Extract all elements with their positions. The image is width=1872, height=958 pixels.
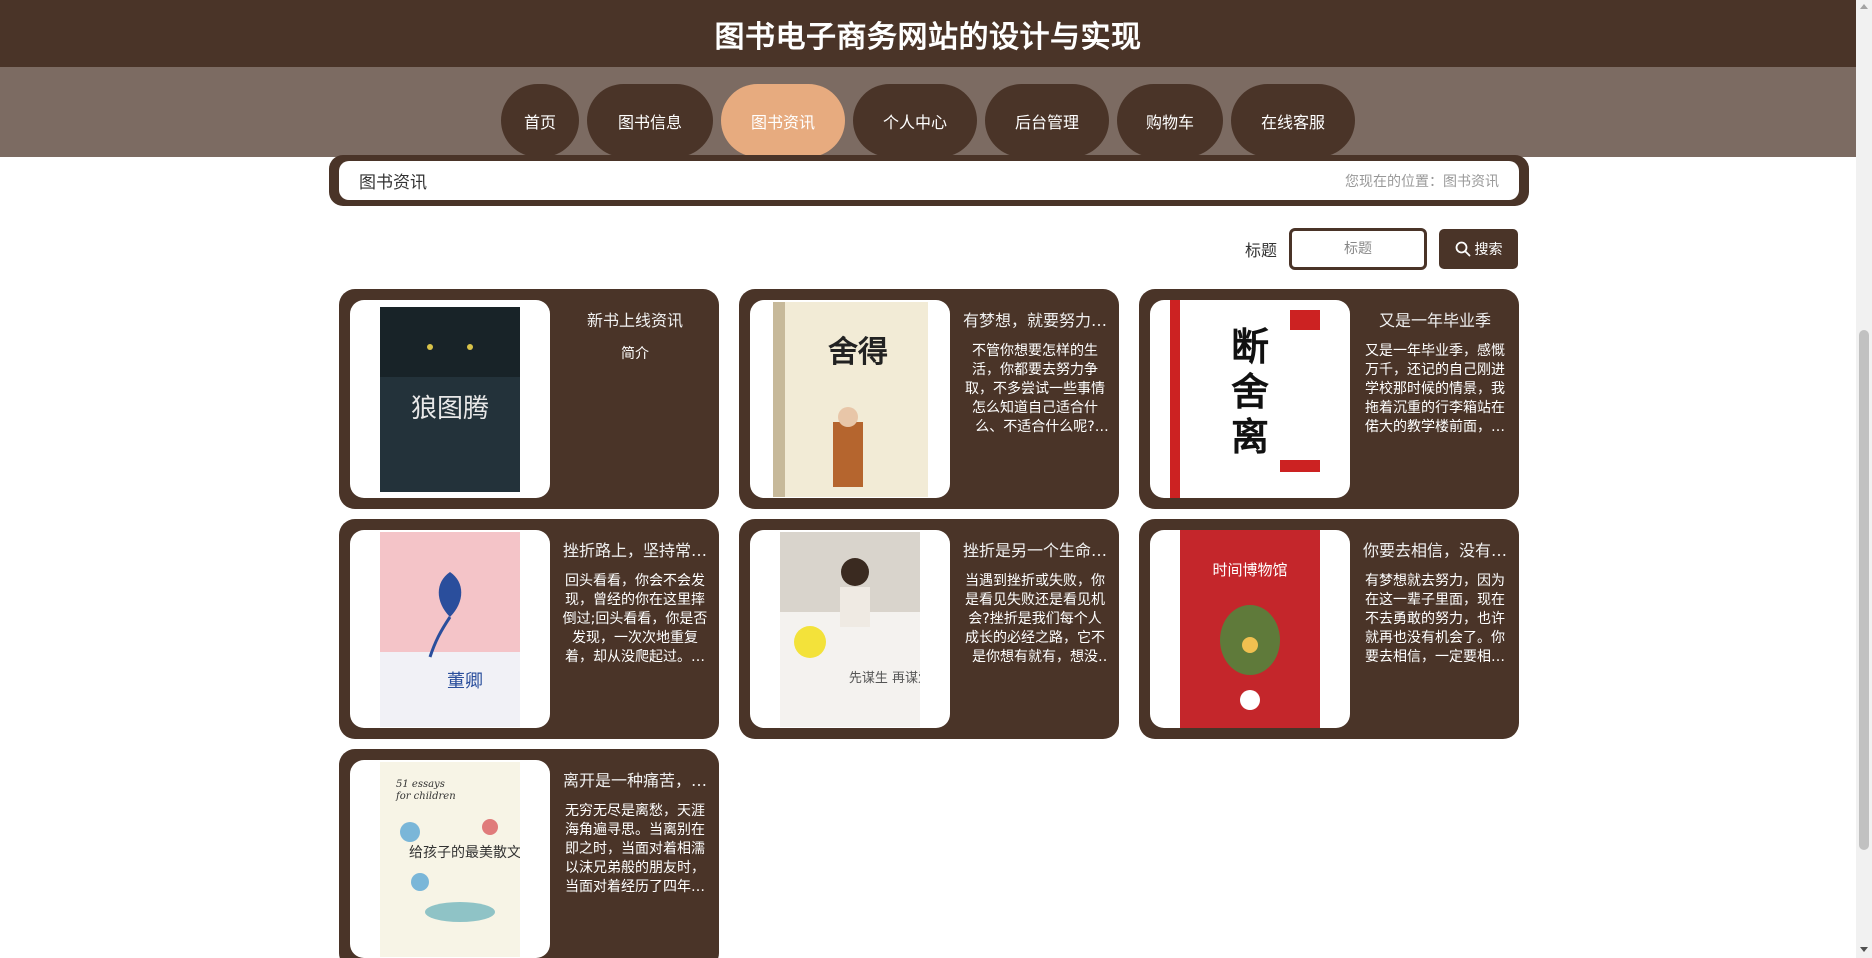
svg-text:董卿: 董卿	[447, 671, 483, 692]
news-list: 狼图腾 新书上线资讯 简介 舍得 有梦想，就要努力… 不管你想要怎样的生活，你都…	[339, 289, 1519, 958]
news-card[interactable]: 董卿 挫折路上，坚持常… 回头看看，你会不会发现，曾经的你在这里摔倒过;回头看看…	[339, 519, 719, 739]
news-card[interactable]: 时间博物馆 你要去相信，没有… 有梦想就去努力，因为在这一辈子里面，现在不去勇敢…	[1139, 519, 1519, 739]
card-description: 当遇到挫折或失败，你是看见失败还是看见机会?挫折是我们每个人成长的必经之路，它不…	[965, 573, 1105, 665]
site-title: 图书电子商务网站的设计与实现	[714, 19, 1142, 55]
svg-text:先谋生 再谋爱: 先谋生 再谋爱	[849, 671, 920, 686]
card-description: 不管你想要怎样的生活，你都要去努力争取，不多尝试一些事情怎么知道自己适合什么、不…	[965, 343, 1105, 435]
book-cover-image: 时间博物馆	[1150, 530, 1350, 728]
book-cover-image: 断 舍 离	[1150, 300, 1350, 498]
nav-item-home[interactable]: 首页	[501, 84, 579, 157]
breadcrumb-location: 您现在的位置：图书资讯	[1345, 173, 1499, 190]
card-text: 新书上线资讯 简介	[550, 300, 708, 498]
nav-list: 首页 图书信息 图书资讯 个人中心 后台管理 购物车 在线客服	[0, 84, 1856, 157]
card-description: 又是一年毕业季，感慨万千，还记的自己刚进学校那时候的情景，我拖着沉重的行李箱站在…	[1365, 343, 1505, 435]
card-title: 你要去相信，没有…	[1362, 541, 1507, 560]
svg-text:给孩子的最美散文: 给孩子的最美散文	[409, 845, 520, 861]
nav-item-personal-center[interactable]: 个人中心	[853, 84, 977, 157]
card-text: 挫折是另一个生命… 当遇到挫折或失败，你是看见失败还是看见机会?挫折是我们每个人…	[950, 530, 1108, 728]
search-bar: 标题 搜索	[1245, 228, 1518, 270]
scroll-down-arrow-icon[interactable]	[1860, 947, 1868, 952]
card-subtitle: 简介	[621, 346, 649, 362]
nav-item-book-news[interactable]: 图书资讯	[721, 84, 845, 157]
card-text: 又是一年毕业季 又是一年毕业季，感慨万千，还记的自己刚进学校那时候的情景，我拖着…	[1350, 300, 1508, 498]
news-card[interactable]: 先谋生 再谋爱 挫折是另一个生命… 当遇到挫折或失败，你是看见失败还是看见机会?…	[739, 519, 1119, 739]
card-description: 回头看看，你会不会发现，曾经的你在这里摔倒过;回头看看，你是否发现，一次次地重复…	[562, 573, 708, 665]
search-button[interactable]: 搜索	[1439, 229, 1518, 269]
search-input[interactable]	[1289, 228, 1427, 270]
card-description: 有梦想就去努力，因为在这一辈子里面，现在不去勇敢的努力，也许就再也没有机会了。你…	[1365, 573, 1505, 665]
card-title: 挫折是另一个生命…	[962, 541, 1107, 560]
search-label: 标题	[1244, 241, 1277, 260]
card-description: 无穷无尽是离愁，天涯海角遍寻思。当离别在即之时，当面对着相濡以沫兄弟般的朋友时，…	[565, 803, 705, 895]
news-card[interactable]: 断 舍 离 又是一年毕业季 又是一年毕业季，感慨万千，还记的自己刚进学校那时候的…	[1139, 289, 1519, 509]
book-cover-image: 董卿	[350, 530, 550, 728]
svg-text:时间博物馆: 时间博物馆	[1212, 561, 1287, 579]
card-title: 离开是一种痛苦，…	[562, 771, 707, 790]
svg-text:舍: 舍	[1231, 370, 1269, 414]
search-icon	[1455, 241, 1470, 257]
card-text: 挫折路上，坚持常… 回头看看，你会不会发现，曾经的你在这里摔倒过;回头看看，你是…	[550, 530, 708, 728]
book-cover-image: 51 essays for children 给孩子的最美散文	[350, 760, 550, 958]
news-card[interactable]: 舍得 有梦想，就要努力… 不管你想要怎样的生活，你都要去努力争取，不多尝试一些事…	[739, 289, 1119, 509]
main-nav: 首页 图书信息 图书资讯 个人中心 后台管理 购物车 在线客服	[0, 67, 1856, 157]
card-title: 又是一年毕业季	[1378, 311, 1491, 330]
page-scrollbar[interactable]	[1856, 0, 1872, 958]
scroll-thumb[interactable]	[1859, 330, 1869, 850]
card-title: 有梦想，就要努力…	[962, 311, 1107, 330]
page-title: 图书资讯	[359, 173, 427, 193]
svg-text:离: 离	[1231, 415, 1269, 459]
book-cover-image: 先谋生 再谋爱	[750, 530, 950, 728]
svg-text:51 essays: 51 essays	[396, 779, 445, 790]
scroll-up-arrow-icon[interactable]	[1860, 4, 1868, 9]
news-card[interactable]: 51 essays for children 给孩子的最美散文 离开是一种痛苦，…	[339, 749, 719, 958]
book-cover-image: 狼图腾	[350, 300, 550, 498]
nav-item-cart[interactable]: 购物车	[1117, 84, 1223, 157]
news-card[interactable]: 狼图腾 新书上线资讯 简介	[339, 289, 719, 509]
breadcrumb: 图书资讯 您现在的位置：图书资讯	[339, 161, 1519, 200]
svg-text:for children: for children	[395, 791, 456, 802]
svg-text:狼图腾: 狼图腾	[411, 394, 489, 424]
nav-item-book-info[interactable]: 图书信息	[587, 84, 713, 157]
search-button-label: 搜索	[1474, 242, 1503, 258]
svg-text:断: 断	[1231, 325, 1269, 369]
book-cover-image: 舍得	[750, 300, 950, 498]
nav-item-customer-service[interactable]: 在线客服	[1231, 84, 1355, 157]
svg-text:舍得: 舍得	[828, 335, 888, 370]
card-title: 新书上线资讯	[586, 311, 683, 330]
card-text: 你要去相信，没有… 有梦想就去努力，因为在这一辈子里面，现在不去勇敢的努力，也许…	[1350, 530, 1508, 728]
card-title: 挫折路上，坚持常…	[562, 541, 707, 560]
page: 图书电子商务网站的设计与实现 首页 图书信息 图书资讯 个人中心 后台管理 购物…	[0, 0, 1872, 958]
site-header: 图书电子商务网站的设计与实现	[0, 0, 1856, 67]
card-text: 有梦想，就要努力… 不管你想要怎样的生活，你都要去努力争取，不多尝试一些事情怎么…	[950, 300, 1108, 498]
card-text: 离开是一种痛苦，… 无穷无尽是离愁，天涯海角遍寻思。当离别在即之时，当面对着相濡…	[550, 760, 708, 958]
breadcrumb-panel: 图书资讯 您现在的位置：图书资讯	[329, 155, 1529, 206]
nav-item-admin[interactable]: 后台管理	[985, 84, 1109, 157]
